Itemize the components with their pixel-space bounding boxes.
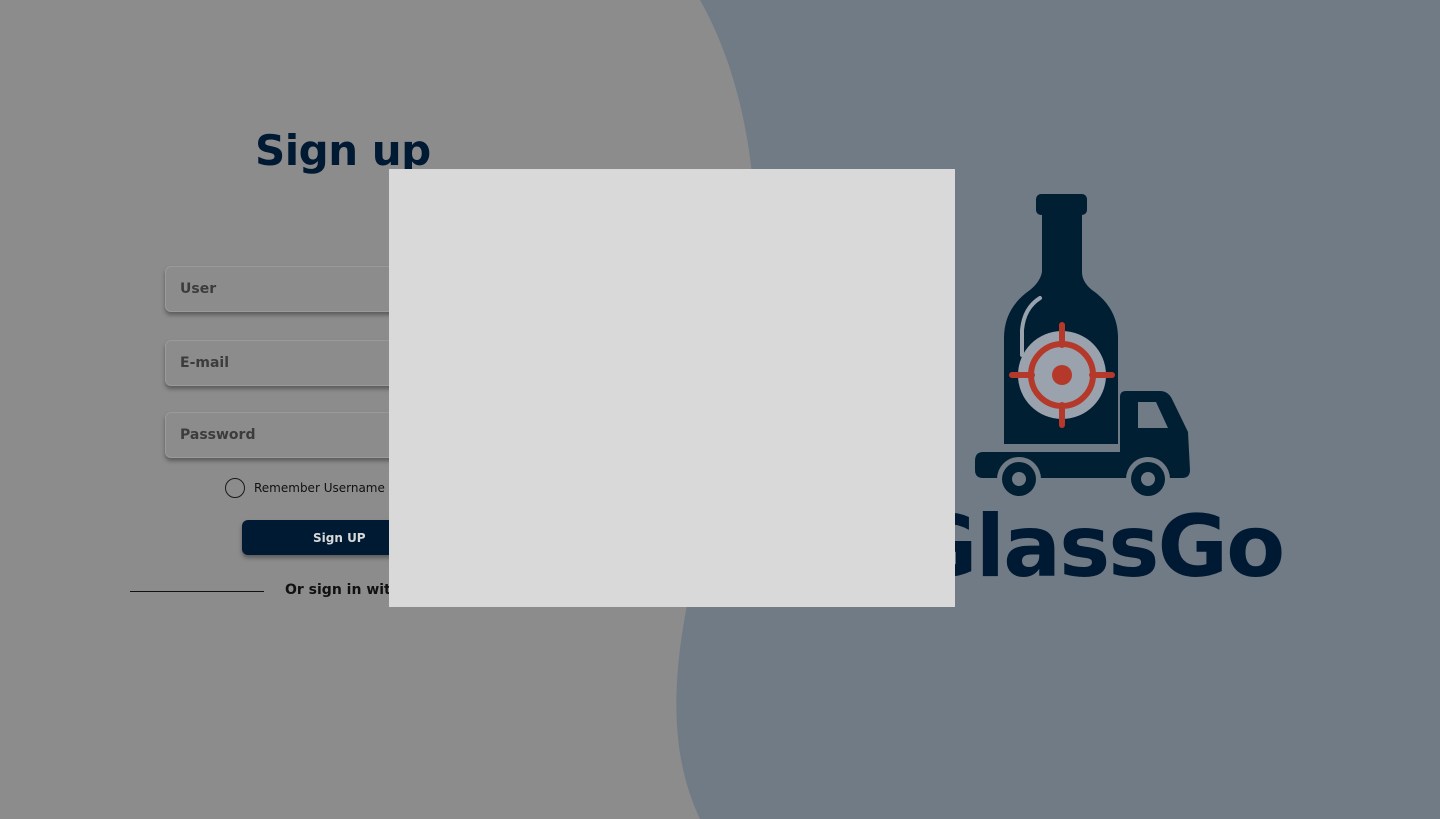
- divider-line: [130, 591, 264, 592]
- page-title: Sign up: [255, 126, 431, 175]
- bottle-truck-target-icon: [975, 194, 1190, 501]
- remember-username-option[interactable]: Remember Username: [225, 478, 385, 498]
- brand-wordmark: GlassGo: [907, 497, 1285, 597]
- or-sign-in-with-label: Or sign in with: [285, 582, 401, 598]
- remember-radio[interactable]: [225, 478, 245, 498]
- remember-username-label: Remember Username: [254, 481, 385, 495]
- blank-modal-panel: [389, 169, 955, 607]
